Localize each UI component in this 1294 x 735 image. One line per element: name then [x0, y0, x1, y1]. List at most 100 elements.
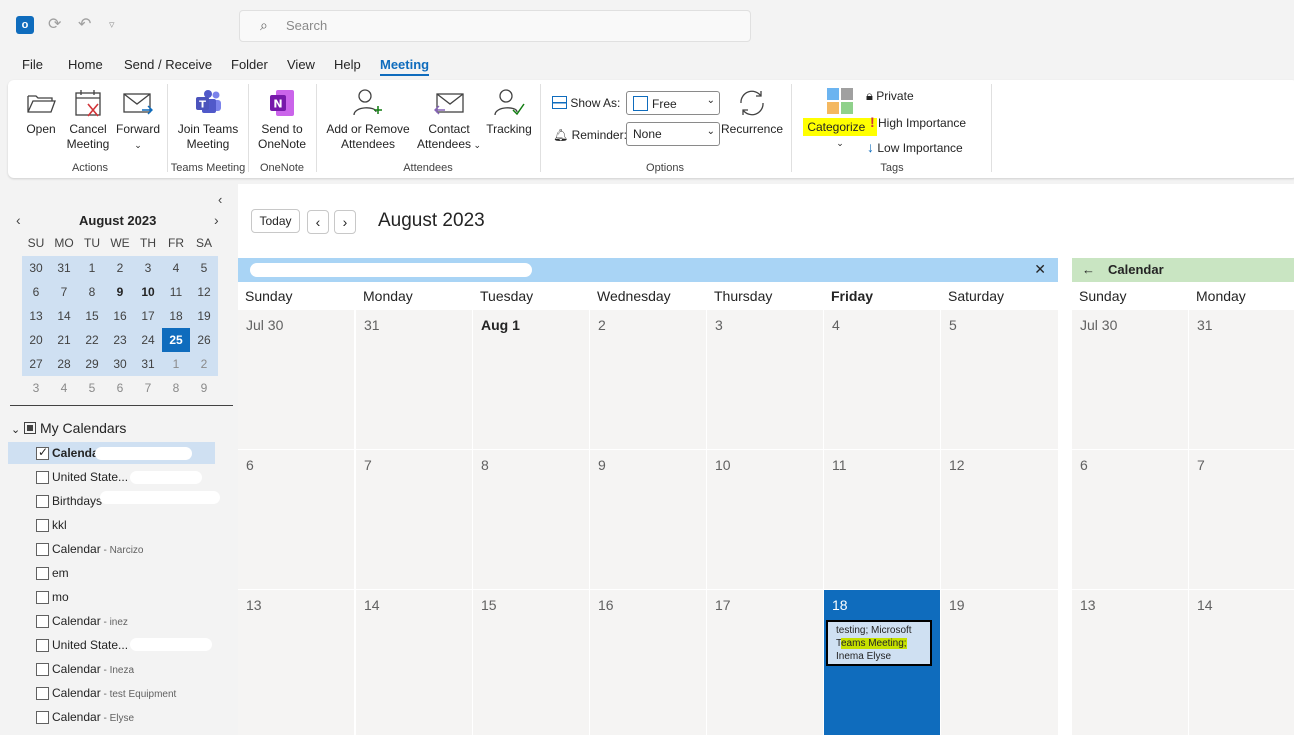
prev-month-button[interactable]: ‹ [307, 210, 329, 234]
tracking-button[interactable]: Tracking [484, 88, 534, 137]
calendar-list-item[interactable]: kkl [8, 514, 215, 536]
menu-send-receive[interactable]: Send / Receive [124, 57, 212, 72]
cal2-day-cell[interactable]: 6 [1072, 450, 1188, 589]
menu-file[interactable]: File [22, 57, 43, 72]
search-input[interactable] [286, 18, 586, 33]
calendar2-tab-header[interactable]: ← Calendar [1072, 258, 1294, 282]
calendar-checkbox[interactable] [36, 663, 49, 676]
open-button[interactable]: Open [22, 88, 60, 137]
menu-folder[interactable]: Folder [231, 57, 268, 72]
calendar-checkbox[interactable] [36, 519, 49, 532]
day-cell[interactable]: 7 [356, 450, 472, 589]
mini-day-16[interactable]: 16 [106, 304, 134, 328]
calendar-list-item[interactable]: Calendar - Elyse [8, 706, 215, 728]
mini-day-7[interactable]: 7 [50, 280, 78, 304]
day-cell[interactable]: 19 [941, 590, 1058, 735]
mini-day-3[interactable]: 3 [134, 256, 162, 280]
mini-day-8[interactable]: 8 [78, 280, 106, 304]
mini-day-18[interactable]: 18 [162, 304, 190, 328]
mini-day-27[interactable]: 27 [22, 352, 50, 376]
mini-day-8[interactable]: 8 [162, 376, 190, 400]
calendar-checkbox[interactable] [36, 471, 49, 484]
forward-button[interactable]: Forward ⌄ [114, 88, 162, 153]
high-importance-button[interactable]: ! High Importance [870, 114, 966, 130]
mini-day-5[interactable]: 5 [190, 256, 218, 280]
cal2-day-cell[interactable]: 14 [1189, 590, 1294, 735]
calendar-list-item[interactable]: Calendar - inez [8, 610, 215, 632]
mini-day-14[interactable]: 14 [50, 304, 78, 328]
mini-day-21[interactable]: 21 [50, 328, 78, 352]
mini-day-31[interactable]: 31 [50, 256, 78, 280]
cancel-meeting-button[interactable]: Cancel Meeting [66, 88, 110, 152]
day-cell[interactable]: 8 [473, 450, 589, 589]
sync-icon[interactable]: ⟳ [48, 14, 61, 34]
menu-home[interactable]: Home [68, 57, 103, 72]
mini-day-4[interactable]: 4 [50, 376, 78, 400]
mini-day-4[interactable]: 4 [162, 256, 190, 280]
group-checkbox-icon[interactable] [24, 422, 37, 434]
contact-attendees-button[interactable]: Contact Attendees ⌄ [414, 88, 484, 153]
mini-day-1[interactable]: 1 [78, 256, 106, 280]
join-teams-button[interactable]: T Join Teams Meeting [174, 88, 242, 152]
menu-meeting[interactable]: Meeting [380, 57, 430, 76]
mini-day-9[interactable]: 9 [190, 376, 218, 400]
calendar-checkbox[interactable] [36, 615, 49, 628]
send-to-onenote-button[interactable]: N Send to OneNote [254, 88, 310, 152]
day-cell[interactable]: Jul 30 [238, 310, 354, 449]
calendar-list-item[interactable]: Calendar - Narcizo [8, 538, 215, 560]
mini-next-month-icon[interactable]: › [214, 212, 219, 228]
day-cell[interactable]: 3 [707, 310, 823, 449]
mini-day-1[interactable]: 1 [162, 352, 190, 376]
mini-day-11[interactable]: 11 [162, 280, 190, 304]
mini-day-29[interactable]: 29 [78, 352, 106, 376]
low-importance-button[interactable]: ↓ Low Importance [867, 139, 963, 155]
search-box[interactable]: ⌕ [239, 10, 751, 42]
mini-day-26[interactable]: 26 [190, 328, 218, 352]
calendar-list-item[interactable]: mo [8, 586, 215, 608]
show-as-dropdown[interactable]: Free ⌄ [626, 91, 720, 115]
mini-prev-month-icon[interactable]: ‹ [16, 212, 21, 228]
day-cell[interactable]: 15 [473, 590, 589, 735]
mini-day-2[interactable]: 2 [190, 352, 218, 376]
day-cell[interactable]: 2 [590, 310, 706, 449]
day-cell[interactable]: 5 [941, 310, 1058, 449]
menu-help[interactable]: Help [334, 57, 361, 72]
cal2-day-cell[interactable]: 13 [1072, 590, 1188, 735]
mini-day-7[interactable]: 7 [134, 376, 162, 400]
day-cell[interactable]: Aug 1 [473, 310, 589, 449]
day-cell[interactable]: 4 [824, 310, 940, 449]
mini-day-15[interactable]: 15 [78, 304, 106, 328]
calendar-list-item[interactable]: em [8, 562, 215, 584]
mini-day-12[interactable]: 12 [190, 280, 218, 304]
day-cell[interactable]: 31 [356, 310, 472, 449]
calendar-checkbox[interactable] [36, 639, 49, 652]
private-button[interactable]: 🔒︎ Private [866, 88, 914, 104]
calendar-list-item[interactable]: Calendar - Ineza [8, 658, 215, 680]
mini-day-23[interactable]: 23 [106, 328, 134, 352]
today-button[interactable]: Today [251, 209, 300, 233]
mini-day-22[interactable]: 22 [78, 328, 106, 352]
cal2-day-cell[interactable]: Jul 30 [1072, 310, 1188, 449]
mini-day-20[interactable]: 20 [22, 328, 50, 352]
mini-day-6[interactable]: 6 [106, 376, 134, 400]
day-cell[interactable]: 11 [824, 450, 940, 589]
mini-day-3[interactable]: 3 [22, 376, 50, 400]
my-calendars-heading[interactable]: ⌄ My Calendars [11, 420, 126, 436]
mini-day-25[interactable]: 25 [162, 328, 190, 352]
mini-day-13[interactable]: 13 [22, 304, 50, 328]
mini-day-9[interactable]: 9 [106, 280, 134, 304]
mini-day-5[interactable]: 5 [78, 376, 106, 400]
day-cell[interactable]: 6 [238, 450, 354, 589]
day-cell[interactable]: 17 [707, 590, 823, 735]
calendar-checkbox[interactable] [36, 445, 49, 460]
day-cell[interactable]: 13 [238, 590, 354, 735]
day-cell[interactable]: 10 [707, 450, 823, 589]
mini-day-2[interactable]: 2 [106, 256, 134, 280]
menu-view[interactable]: View [287, 57, 315, 72]
calendar-checkbox[interactable] [36, 567, 49, 580]
mini-day-28[interactable]: 28 [50, 352, 78, 376]
calendar-tab-header[interactable]: ✕ [238, 258, 1058, 282]
recurrence-button[interactable]: Recurrence [720, 88, 784, 137]
cal2-day-cell[interactable]: 31 [1189, 310, 1294, 449]
collapse-pane-icon[interactable]: ‹ [218, 192, 222, 207]
